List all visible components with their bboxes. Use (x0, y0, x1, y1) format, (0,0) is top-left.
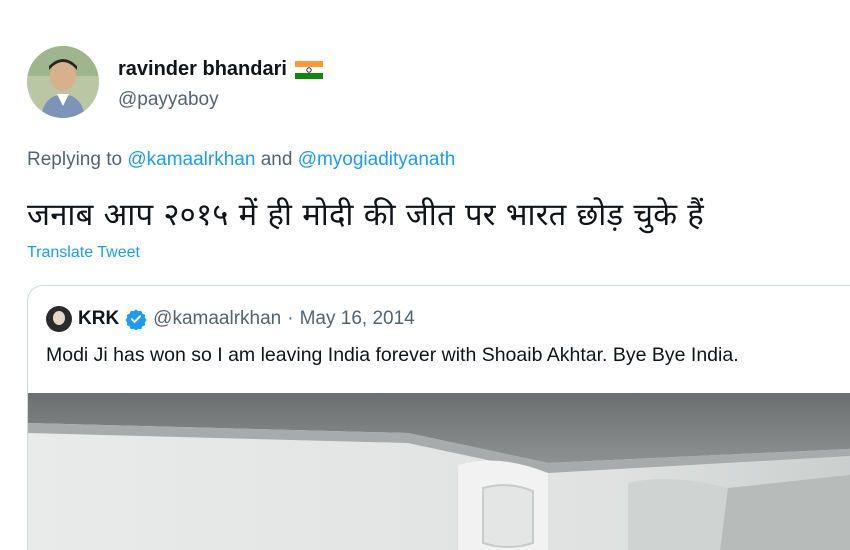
replying-to-line: Replying to @kamaalrkhan and @myogiadity… (27, 149, 455, 171)
avatar-photo (27, 46, 99, 118)
quoted-user-name[interactable]: KRK (78, 308, 119, 330)
replying-prefix: Replying to (27, 149, 128, 170)
quoted-tweet-card[interactable]: KRK @kamaalrkhan · May 16, 2014 Modi Ji … (27, 285, 850, 550)
mention-link-kamaalrkhan[interactable]: @kamaalrkhan (127, 149, 255, 170)
quoted-separator: · (287, 308, 294, 329)
user-name-row[interactable]: ravinder bhandari (118, 58, 323, 81)
india-flag-icon (294, 60, 323, 79)
tweet-page: ravinder bhandari @payyaboy Replying to … (0, 0, 850, 550)
mention-link-myogiadityanath[interactable]: @myogiadityanath (298, 149, 456, 170)
verified-badge-icon (125, 309, 147, 330)
replying-joiner: and (255, 149, 298, 170)
tweet-body: जनाब आप २०१५ में ही मोदी की जीत पर भारत … (27, 197, 704, 233)
airplane-cabin-photo (28, 393, 850, 550)
quoted-user-handle[interactable]: @kamaalrkhan (153, 308, 281, 330)
user-handle[interactable]: @payyaboy (118, 89, 219, 111)
quoted-tweet-body: Modi Ji has won so I am leaving India fo… (46, 344, 739, 366)
quoted-tweet-media[interactable] (28, 393, 850, 550)
user-avatar[interactable] (27, 46, 99, 118)
translate-tweet-link[interactable]: Translate Tweet (27, 244, 140, 262)
quoted-tweet-date[interactable]: May 16, 2014 (300, 308, 415, 330)
quoted-user-avatar[interactable] (46, 306, 72, 332)
user-display-name[interactable]: ravinder bhandari (118, 58, 287, 81)
quoted-tweet-header: KRK @kamaalrkhan · May 16, 2014 (46, 306, 415, 332)
